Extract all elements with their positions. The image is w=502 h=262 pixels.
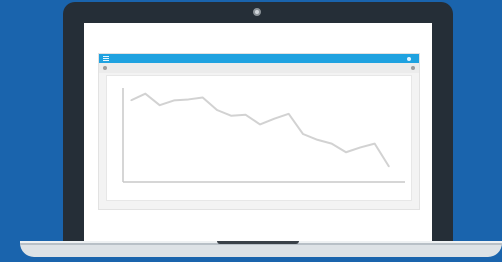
app-header xyxy=(99,54,419,63)
data-point xyxy=(230,115,232,117)
chart-panel xyxy=(106,75,412,201)
data-point xyxy=(187,98,189,101)
app-window xyxy=(98,53,420,210)
series-line-0 xyxy=(130,92,390,168)
data-point xyxy=(259,123,261,125)
camera-icon xyxy=(253,8,261,16)
user-icon xyxy=(407,56,411,61)
data-point xyxy=(159,104,161,106)
data-point xyxy=(374,143,376,145)
data-point xyxy=(388,166,390,168)
line-chart xyxy=(122,88,405,183)
laptop-base xyxy=(20,243,502,257)
data-point xyxy=(245,114,247,116)
data-point xyxy=(302,133,304,135)
toolbar xyxy=(99,63,419,73)
data-point xyxy=(345,151,347,153)
data-point xyxy=(316,139,318,141)
laptop-screen xyxy=(84,23,432,241)
menu-icon[interactable] xyxy=(103,56,109,61)
user-menu[interactable] xyxy=(407,55,413,62)
data-point xyxy=(359,146,361,149)
data-point xyxy=(173,99,175,101)
data-point xyxy=(130,99,132,101)
data-point xyxy=(273,118,275,120)
data-point xyxy=(331,143,333,145)
laptop-hinge xyxy=(217,241,299,244)
data-point xyxy=(288,113,290,115)
toolbar-left-dot-icon[interactable] xyxy=(103,66,107,70)
data-point xyxy=(144,93,146,95)
data-point xyxy=(202,96,204,99)
data-point xyxy=(216,109,218,111)
toolbar-right-dot-icon[interactable] xyxy=(411,66,415,70)
